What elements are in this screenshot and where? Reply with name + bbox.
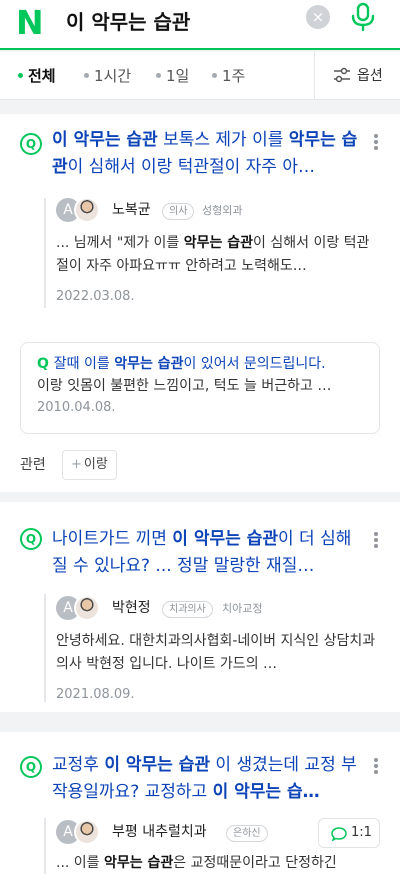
role-badge: 치과의사 xyxy=(162,601,213,618)
options-button[interactable]: 옵션 xyxy=(314,52,400,99)
answer-divider xyxy=(44,594,46,702)
search-bar: N 이 악무는 습관 × xyxy=(0,0,400,50)
specialty-label: 성형외과 xyxy=(202,204,243,217)
more-options-icon[interactable] xyxy=(370,530,382,552)
search-input[interactable]: 이 악무는 습관 xyxy=(66,8,190,36)
question-icon: Q xyxy=(20,133,42,155)
tab-dot-icon xyxy=(84,73,89,78)
answer-date: 2022.03.08. xyxy=(56,289,135,304)
naver-logo[interactable]: N xyxy=(16,6,50,40)
tab-dot-icon xyxy=(156,73,161,78)
result-card: Q 이 악무는 습관 보톡스 제가 이를 악무는 습관이 심해서 이랑 턱관절이… xyxy=(0,114,400,492)
answer-count-button[interactable]: 1:1 xyxy=(318,818,380,848)
tab-label: 1주 xyxy=(222,67,246,85)
answer-snippet[interactable]: ... 님께서 "제가 이를 악무는 습관이 심해서 이랑 턱관절이 자주 아파… xyxy=(56,232,382,278)
author-name[interactable]: 부평 내추럴치과 xyxy=(112,822,207,842)
role-badge: 은하신 xyxy=(226,825,268,842)
chat-bubble-icon xyxy=(331,827,347,841)
related-question-snippet: 이랑 잇몸이 불편한 느낌이고, 턱도 늘 버근하고 … xyxy=(37,378,332,394)
author-name[interactable]: 노복균 xyxy=(112,200,151,220)
tab-label: 1일 xyxy=(166,67,190,85)
more-options-icon[interactable] xyxy=(370,132,382,154)
question-icon: Q xyxy=(20,528,42,550)
author-name[interactable]: 박현정 xyxy=(112,598,151,618)
related-question[interactable]: Q 잘때 이를 악무는 습관이 있어서 문의드립니다. 이랑 잇몸이 불편한 느… xyxy=(20,342,380,434)
related-tags-label: 관련 xyxy=(20,457,46,473)
related-question-date: 2010.04.08. xyxy=(37,400,116,415)
related-question-title: Q 잘때 이를 악무는 습관이 있어서 문의드립니다. xyxy=(37,356,326,372)
tab-1-day[interactable]: 1일 xyxy=(156,66,189,86)
tab-all[interactable]: 전체 xyxy=(18,66,56,86)
tab-label: 1시간 xyxy=(94,67,132,85)
tab-dot-icon xyxy=(18,73,23,78)
result-title[interactable]: 이 악무는 습관 보톡스 제가 이를 악무는 습관이 심해서 이랑 턱관절이 자… xyxy=(52,127,364,181)
answer-divider xyxy=(44,818,46,874)
related-tag-chip[interactable]: + 이랑 xyxy=(62,450,117,480)
options-label: 옵션 xyxy=(357,68,383,84)
avatar: A xyxy=(56,197,106,224)
sliders-icon xyxy=(334,67,350,83)
avatar: A xyxy=(56,819,106,846)
clear-search-icon[interactable]: × xyxy=(306,5,330,29)
profile-photo xyxy=(74,819,100,845)
result-card: Q 나이트가드 끼면 이 악무는 습관이 더 심해질 수 있나요? ... 정말… xyxy=(0,502,400,712)
specialty-label: 치아교정 xyxy=(222,602,263,615)
more-options-icon[interactable] xyxy=(370,756,382,778)
profile-photo xyxy=(74,197,100,223)
question-icon: Q xyxy=(20,756,42,778)
microphone-icon[interactable] xyxy=(350,2,376,32)
answer-snippet[interactable]: 안녕하세요. 대한치과의사협회-네이버 지식인 상담치과의사 박현정 입니다. … xyxy=(56,630,382,676)
tab-1-week[interactable]: 1주 xyxy=(212,66,245,86)
result-title[interactable]: 교정후 이 악무는 습관 이 생겼는데 교정 부작용일까요? 교정하고 이 악무… xyxy=(52,752,364,806)
tab-label: 전체 xyxy=(28,67,56,85)
time-filter-tabs: 전체 1시간 1일 1주 옵션 xyxy=(0,52,400,100)
tab-1-hour[interactable]: 1시간 xyxy=(84,66,131,86)
result-title[interactable]: 나이트가드 끼면 이 악무는 습관이 더 심해질 수 있나요? ... 정말 말… xyxy=(52,526,364,580)
answer-date: 2021.08.09. xyxy=(56,687,135,702)
answer-count: 1:1 xyxy=(351,825,372,840)
answer-divider xyxy=(44,198,46,308)
result-card: Q 교정후 이 악무는 습관 이 생겼는데 교정 부작용일까요? 교정하고 이 … xyxy=(0,732,400,874)
plus-icon: + xyxy=(71,457,82,472)
role-badge: 의사 xyxy=(162,203,195,220)
avatar: A xyxy=(56,595,106,622)
tab-dot-icon xyxy=(212,73,217,78)
answer-snippet[interactable]: ... 이를 악무는 습관은 교정때문이라고 단정하긴 xyxy=(56,852,382,874)
profile-photo xyxy=(74,595,100,621)
